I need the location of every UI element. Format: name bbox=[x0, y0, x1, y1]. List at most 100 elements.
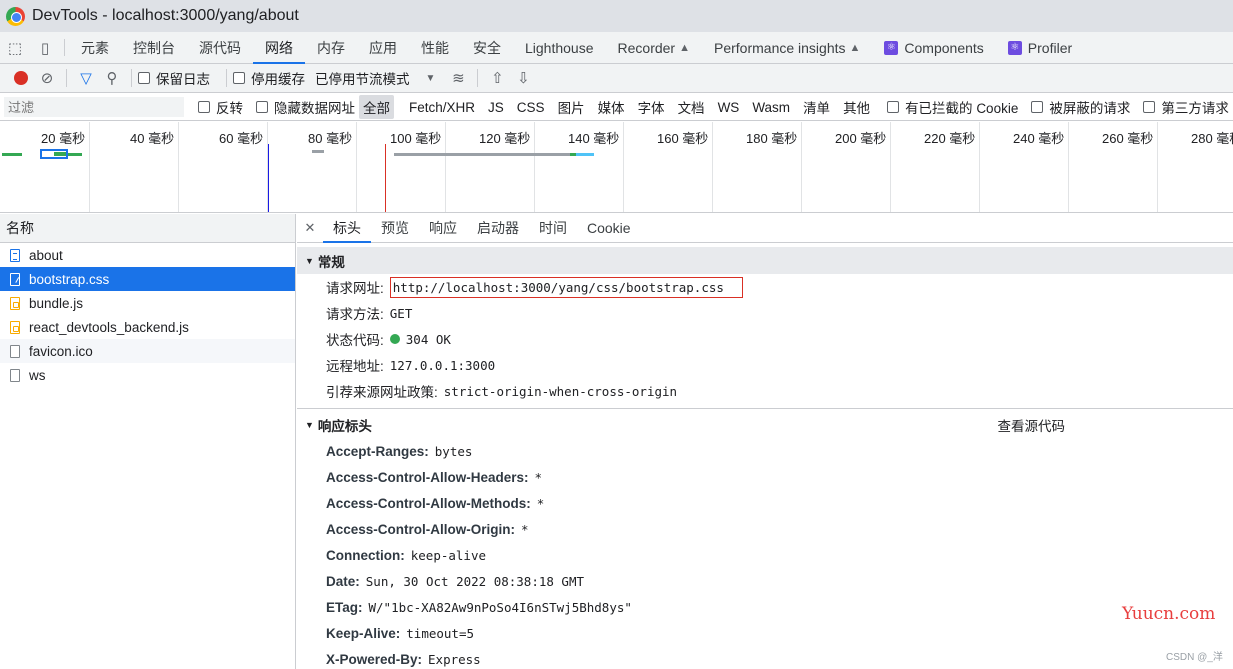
tab-console[interactable]: 控制台 bbox=[121, 32, 187, 63]
filter-type-js[interactable]: JS bbox=[484, 98, 508, 117]
tab-performance-insights[interactable]: Performance insights ▲ bbox=[702, 32, 872, 63]
tab-headers[interactable]: 标头 bbox=[323, 214, 371, 243]
filter-type-css[interactable]: CSS bbox=[513, 98, 549, 117]
network-toolbar: ⊘ ▽ ⚲ 保留日志 停用缓存 已停用节流模式 ▼ ≋ ⇧ ⇩ bbox=[0, 64, 1233, 93]
header-value[interactable]: keep-alive bbox=[411, 548, 486, 563]
clear-button[interactable]: ⊘ bbox=[34, 65, 60, 91]
timeline-gridline bbox=[623, 122, 624, 212]
export-har-button[interactable]: ⇩ bbox=[510, 65, 536, 91]
preserve-log-checkbox[interactable]: 保留日志 bbox=[138, 68, 210, 88]
header-value[interactable]: 127.0.0.1:3000 bbox=[390, 358, 495, 373]
tab-security[interactable]: 安全 bbox=[461, 32, 513, 63]
filter-type-media[interactable]: 媒体 bbox=[594, 95, 629, 119]
header-key: 请求网址: bbox=[326, 281, 384, 296]
device-toolbar-icon[interactable]: ▯ bbox=[30, 32, 60, 63]
header-key: Access-Control-Allow-Headers: bbox=[326, 469, 529, 485]
disable-cache-checkbox[interactable]: 停用缓存 bbox=[233, 68, 305, 88]
request-row[interactable]: bundle.js bbox=[0, 291, 295, 315]
filter-type-doc[interactable]: 文档 bbox=[674, 95, 709, 119]
request-url-value[interactable]: http://localhost:3000/yang/css/bootstrap… bbox=[389, 276, 743, 298]
filter-button[interactable]: ▽ bbox=[73, 65, 99, 91]
view-source-link[interactable]: 查看源代码 bbox=[998, 415, 1066, 435]
request-row[interactable]: bootstrap.css bbox=[0, 267, 295, 291]
tab-network[interactable]: 网络 bbox=[253, 32, 305, 64]
timeline-tick-label: 220 毫秒 bbox=[924, 131, 976, 146]
header-value[interactable]: * bbox=[521, 522, 529, 537]
throttling-select[interactable]: 已停用节流模式 ▼ bbox=[315, 68, 435, 88]
tab-response[interactable]: 响应 bbox=[419, 214, 467, 242]
timeline-tick-label: 180 毫秒 bbox=[746, 131, 798, 146]
tab-application[interactable]: 应用 bbox=[357, 32, 409, 63]
response-headers-section-header[interactable]: ▼ 响应标头 查看源代码 bbox=[297, 411, 1233, 438]
header-value[interactable]: * bbox=[535, 470, 543, 485]
request-row[interactable]: about bbox=[0, 243, 295, 267]
document-file-icon bbox=[10, 248, 20, 262]
tab-memory[interactable]: 内存 bbox=[305, 32, 357, 63]
name-column-header[interactable]: 名称 bbox=[0, 214, 295, 243]
blocked-cookies-checkbox[interactable]: 有已拦截的 Cookie bbox=[887, 97, 1018, 117]
domcontentloaded-marker bbox=[268, 144, 269, 212]
header-key: Keep-Alive: bbox=[326, 625, 401, 641]
chrome-logo-icon bbox=[6, 6, 25, 26]
search-button[interactable]: ⚲ bbox=[99, 65, 125, 91]
header-key: 请求方法: bbox=[326, 307, 384, 322]
inspect-element-icon[interactable]: ⬚ bbox=[0, 32, 30, 63]
tab-timing[interactable]: 时间 bbox=[529, 214, 577, 242]
header-value[interactable]: GET bbox=[390, 306, 413, 321]
status-value[interactable]: 304 OK bbox=[406, 332, 451, 347]
filter-type-fetch-xhr[interactable]: Fetch/XHR bbox=[405, 98, 479, 117]
timeline-request-bar bbox=[394, 153, 570, 156]
tab-components[interactable]: ⚛ Components bbox=[872, 32, 995, 63]
filter-type-manifest[interactable]: 清单 bbox=[799, 95, 834, 119]
header-key: Date: bbox=[326, 573, 360, 589]
header-value[interactable]: Sun, 30 Oct 2022 08:38:18 GMT bbox=[366, 574, 584, 589]
network-conditions-button[interactable]: ≋ bbox=[445, 65, 471, 91]
tab-recorder[interactable]: Recorder ▲ bbox=[606, 32, 702, 63]
tab-profiler[interactable]: ⚛ Profiler bbox=[996, 32, 1084, 63]
header-value[interactable]: W/"1bc-XA82Aw9nPoSo4I6nSTwj5Bhd8ys" bbox=[369, 600, 632, 615]
request-name: bundle.js bbox=[29, 295, 84, 311]
timeline-tick-label: 240 毫秒 bbox=[1013, 131, 1065, 146]
filter-type-other[interactable]: 其他 bbox=[839, 95, 874, 119]
hide-data-urls-checkbox[interactable]: 隐藏数据网址 bbox=[256, 97, 355, 117]
filter-type-ws[interactable]: WS bbox=[714, 98, 744, 117]
filter-type-img[interactable]: 图片 bbox=[554, 95, 589, 119]
timeline-gridline bbox=[445, 122, 446, 212]
filter-type-font[interactable]: 字体 bbox=[634, 95, 669, 119]
import-har-button[interactable]: ⇧ bbox=[484, 65, 510, 91]
status-ok-icon bbox=[389, 334, 400, 344]
preserve-log-label: 保留日志 bbox=[156, 72, 210, 87]
filter-input[interactable] bbox=[4, 97, 184, 117]
header-value[interactable]: Express bbox=[428, 652, 481, 667]
tab-cookies[interactable]: Cookie bbox=[577, 214, 641, 242]
general-section-header[interactable]: ▼ 常规 bbox=[297, 247, 1233, 274]
header-value[interactable]: bytes bbox=[435, 444, 473, 459]
header-value[interactable]: strict-origin-when-cross-origin bbox=[444, 384, 677, 399]
record-button[interactable] bbox=[8, 65, 34, 91]
header-value[interactable]: timeout=5 bbox=[406, 626, 474, 641]
timeline-tick-label: 280 毫秒 bbox=[1191, 131, 1233, 146]
tab-elements[interactable]: 元素 bbox=[69, 32, 121, 63]
header-key: 引荐来源网址政策: bbox=[326, 385, 438, 400]
tab-lighthouse[interactable]: Lighthouse bbox=[513, 32, 606, 63]
toolbar-divider bbox=[66, 69, 67, 87]
collapse-triangle-icon: ▼ bbox=[305, 255, 314, 266]
request-row[interactable]: ws bbox=[0, 363, 295, 387]
filter-type-wasm[interactable]: Wasm bbox=[748, 98, 794, 117]
filter-type-all[interactable]: 全部 bbox=[359, 95, 394, 119]
invert-checkbox[interactable]: 反转 bbox=[198, 97, 243, 117]
blocked-requests-checkbox[interactable]: 被屏蔽的请求 bbox=[1031, 97, 1130, 117]
toolbar-divider bbox=[477, 69, 479, 87]
timeline-tick-label: 40 毫秒 bbox=[130, 131, 175, 146]
third-party-checkbox[interactable]: 第三方请求 bbox=[1143, 97, 1229, 117]
tab-sources[interactable]: 源代码 bbox=[187, 32, 253, 63]
network-overview-timeline[interactable]: 20 毫秒 40 毫秒 60 毫秒 80 毫秒 100 毫秒 120 毫秒 14… bbox=[0, 122, 1233, 213]
tab-initiator[interactable]: 启动器 bbox=[467, 214, 529, 242]
request-row[interactable]: react_devtools_backend.js bbox=[0, 315, 295, 339]
tab-performance[interactable]: 性能 bbox=[409, 32, 461, 63]
header-value[interactable]: * bbox=[537, 496, 545, 511]
close-details-button[interactable]: ✕ bbox=[297, 214, 323, 242]
request-row[interactable]: favicon.ico bbox=[0, 339, 295, 363]
checkbox-icon bbox=[233, 72, 245, 84]
tab-preview[interactable]: 预览 bbox=[371, 214, 419, 242]
